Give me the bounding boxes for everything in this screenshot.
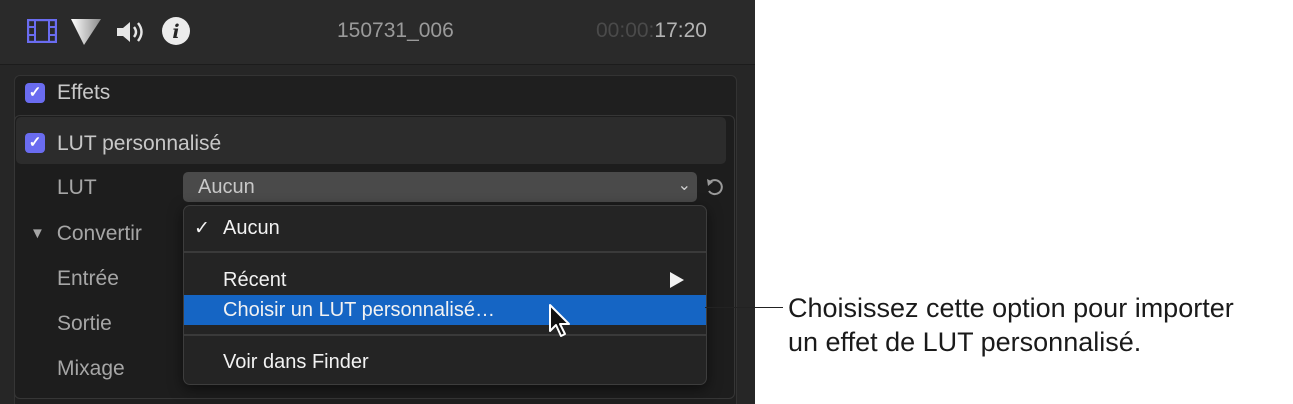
callout-text: Choisissez cette option pour importer un… [788, 291, 1234, 359]
submenu-arrow-icon [670, 272, 684, 288]
inspector-panel: i 150731_006 00:00:17:20 ✓ Effets ✓ LUT … [0, 0, 755, 404]
disclosure-triangle-icon: ▼ [30, 225, 45, 242]
audio-inspector-icon[interactable] [115, 19, 147, 50]
lut-popup-value: Aucun [198, 176, 255, 198]
timecode: 00:00:17:20 [596, 19, 707, 43]
timecode-value: 17:20 [654, 19, 707, 42]
callout-line [705, 307, 783, 308]
menu-item-label: Aucun [223, 217, 280, 239]
lut-dropdown-menu: ✓ Aucun Récent Choisir un LUT personnali… [183, 205, 707, 385]
input-label: Entrée [57, 267, 119, 290]
convert-label: Convertir [56, 222, 142, 245]
output-label: Sortie [57, 312, 112, 335]
menu-separator [184, 251, 706, 253]
menu-item-recent[interactable]: Récent [184, 265, 706, 295]
info-inspector-icon[interactable]: i [161, 16, 191, 51]
video-inspector-icon[interactable] [26, 18, 58, 48]
menu-separator [184, 334, 706, 336]
lut-effect-title: LUT personnalisé [57, 132, 222, 155]
menu-item-label: Voir dans Finder [223, 351, 369, 373]
lut-popup[interactable]: Aucun ⌄ [183, 172, 697, 202]
callout-line-2: un effet de LUT personnalisé. [788, 327, 1142, 357]
color-inspector-icon[interactable] [70, 18, 102, 51]
convert-disclosure[interactable]: ▼ Convertir [30, 222, 142, 246]
svg-text:i: i [172, 21, 179, 43]
chevron-down-icon: ⌄ [677, 177, 691, 194]
menu-item-choose-custom-lut[interactable]: Choisir un LUT personnalisé… [184, 295, 706, 325]
lut-param-label: LUT [57, 176, 97, 199]
inspector-header: i 150731_006 00:00:17:20 [0, 0, 755, 65]
menu-item-label: Choisir un LUT personnalisé… [223, 299, 495, 321]
menu-item-none[interactable]: ✓ Aucun [184, 213, 706, 243]
menu-item-label: Récent [223, 269, 287, 291]
checkmark-icon: ✓ [194, 218, 210, 239]
effects-checkbox[interactable]: ✓ [25, 83, 45, 103]
reset-icon[interactable] [704, 176, 726, 203]
mix-label: Mixage [57, 357, 125, 380]
effects-label: Effets [57, 81, 111, 104]
menu-item-show-in-finder[interactable]: Voir dans Finder [184, 347, 706, 377]
mouse-pointer-icon [548, 303, 572, 344]
callout-line-1: Choisissez cette option pour importer [788, 293, 1234, 323]
clip-name: 150731_006 [337, 19, 454, 42]
lut-effect-checkbox[interactable]: ✓ [25, 133, 45, 153]
timecode-leading: 00:00: [596, 19, 655, 42]
